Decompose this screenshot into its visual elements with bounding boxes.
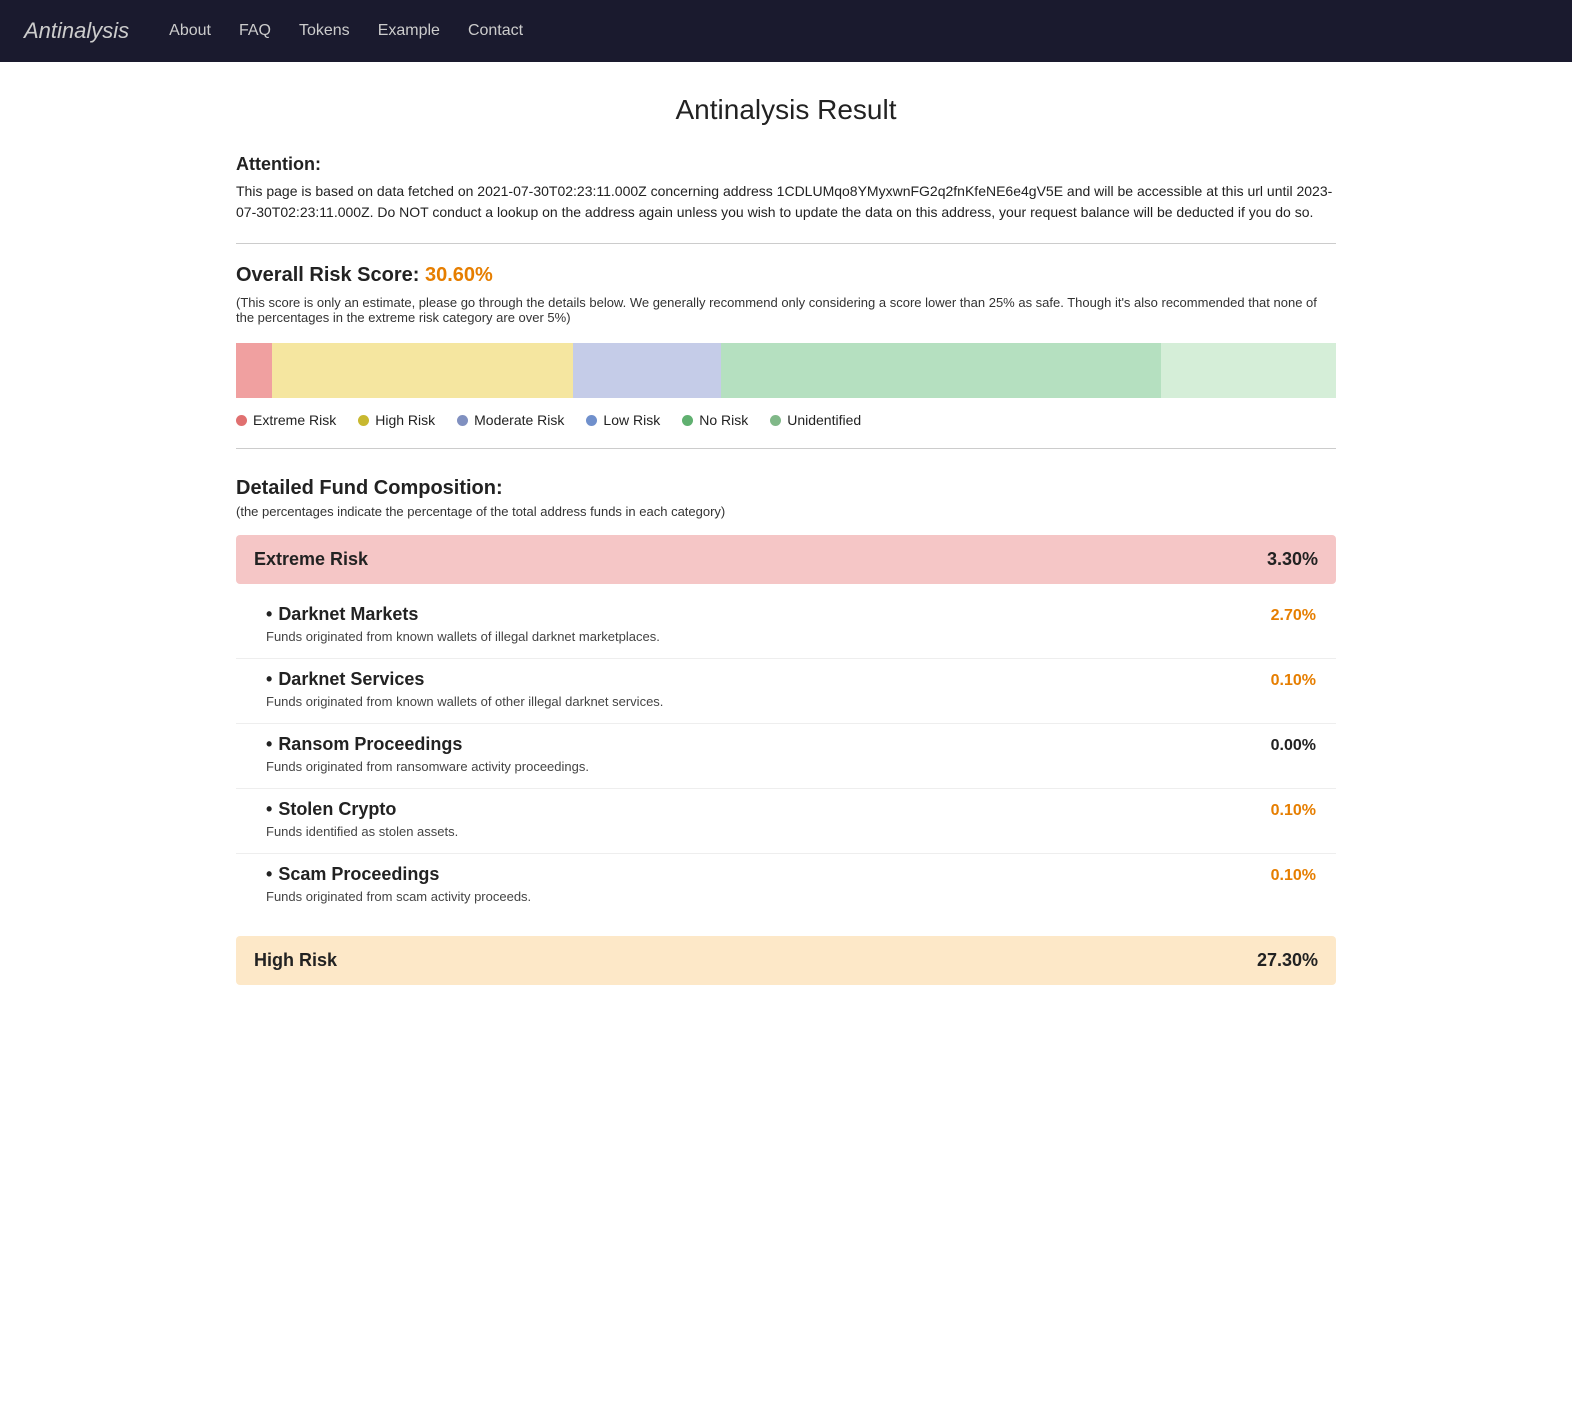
legend-label: Extreme Risk xyxy=(253,412,336,428)
detailed-section: Detailed Fund Composition: (the percenta… xyxy=(236,477,1336,985)
subcategory-desc: Funds identified as stolen assets. xyxy=(266,824,1316,839)
legend-dot xyxy=(586,415,597,426)
legend-dot xyxy=(770,415,781,426)
divider-1 xyxy=(236,243,1336,244)
subcategory-pct: 0.00% xyxy=(1271,737,1316,755)
legend-item-extreme-risk: Extreme Risk xyxy=(236,412,336,428)
risk-bar-segment-unidentified xyxy=(1161,343,1336,398)
category-pct: 27.30% xyxy=(1257,950,1318,971)
risk-bar-segment-high xyxy=(272,343,572,398)
detailed-title: Detailed Fund Composition: xyxy=(236,477,1336,500)
subcategory-item: •Darknet Services 0.10% Funds originated… xyxy=(236,659,1336,724)
legend-label: Moderate Risk xyxy=(474,412,564,428)
nav-about[interactable]: About xyxy=(169,22,211,40)
subcategory-pct: 0.10% xyxy=(1271,867,1316,885)
nav-example[interactable]: Example xyxy=(378,22,440,40)
subcategory-name: •Ransom Proceedings xyxy=(266,734,462,755)
risk-bar-segment-extreme xyxy=(236,343,272,398)
legend-item-no-risk: No Risk xyxy=(682,412,748,428)
legend-item-low-risk: Low Risk xyxy=(586,412,660,428)
risk-score-label: Overall Risk Score: xyxy=(236,264,425,286)
legend-label: High Risk xyxy=(375,412,435,428)
risk-score-note: (This score is only an estimate, please … xyxy=(236,295,1336,325)
legend-item-unidentified: Unidentified xyxy=(770,412,861,428)
nav-tokens[interactable]: Tokens xyxy=(299,22,350,40)
category-name: Extreme Risk xyxy=(254,549,368,570)
risk-bar-segment-norisk xyxy=(721,343,1161,398)
legend-dot xyxy=(358,415,369,426)
subcategory-name: •Scam Proceedings xyxy=(266,864,439,885)
subcategory-name: •Stolen Crypto xyxy=(266,799,396,820)
legend-dot xyxy=(457,415,468,426)
legend-dot xyxy=(236,415,247,426)
navbar: Antinalysis About FAQ Tokens Example Con… xyxy=(0,0,1572,62)
page-title: Antinalysis Result xyxy=(236,94,1336,126)
subcategory-item: •Ransom Proceedings 0.00% Funds originat… xyxy=(236,724,1336,789)
subcategory-desc: Funds originated from ransomware activit… xyxy=(266,759,1316,774)
divider-2 xyxy=(236,448,1336,449)
legend-label: Unidentified xyxy=(787,412,861,428)
attention-label: Attention: xyxy=(236,154,1336,175)
category-high: High Risk 27.30% xyxy=(236,936,1336,985)
risk-bar xyxy=(236,343,1336,398)
categories-container: Extreme Risk 3.30% •Darknet Markets 2.70%… xyxy=(236,535,1336,985)
subcategory-item: •Scam Proceedings 0.10% Funds originated… xyxy=(236,854,1336,918)
subcategory-desc: Funds originated from known wallets of i… xyxy=(266,629,1316,644)
subcategory-item: •Darknet Markets 2.70% Funds originated … xyxy=(236,594,1336,659)
legend-label: No Risk xyxy=(699,412,748,428)
nav-contact[interactable]: Contact xyxy=(468,22,523,40)
risk-bar-segment-low xyxy=(573,343,722,398)
legend-item-high-risk: High Risk xyxy=(358,412,435,428)
risk-score-section: Overall Risk Score: 30.60% (This score i… xyxy=(236,264,1336,325)
subcategory-name: •Darknet Markets xyxy=(266,604,418,625)
legend-dot xyxy=(682,415,693,426)
category-header-extreme: Extreme Risk 3.30% xyxy=(236,535,1336,584)
subcategory-pct: 0.10% xyxy=(1271,802,1316,820)
subcategory-pct: 0.10% xyxy=(1271,672,1316,690)
category-pct: 3.30% xyxy=(1267,549,1318,570)
detailed-subtitle: (the percentages indicate the percentage… xyxy=(236,504,1336,519)
attention-text: This page is based on data fetched on 20… xyxy=(236,181,1336,223)
risk-score-line: Overall Risk Score: 30.60% xyxy=(236,264,1336,287)
legend-item-moderate-risk: Moderate Risk xyxy=(457,412,564,428)
subcategory-desc: Funds originated from scam activity proc… xyxy=(266,889,1316,904)
main-content: Antinalysis Result Attention: This page … xyxy=(216,62,1356,1063)
logo: Antinalysis xyxy=(24,18,129,44)
legend-label: Low Risk xyxy=(603,412,660,428)
subcategory-name: •Darknet Services xyxy=(266,669,424,690)
risk-legend: Extreme Risk High Risk Moderate Risk Low Ri… xyxy=(236,412,1336,428)
attention-box: Attention: This page is based on data fe… xyxy=(236,154,1336,223)
nav-faq[interactable]: FAQ xyxy=(239,22,271,40)
category-extreme: Extreme Risk 3.30% •Darknet Markets 2.70%… xyxy=(236,535,1336,918)
subcategory-item: •Stolen Crypto 0.10% Funds identified as… xyxy=(236,789,1336,854)
category-header-high: High Risk 27.30% xyxy=(236,936,1336,985)
subcategory-pct: 2.70% xyxy=(1271,607,1316,625)
risk-score-value: 30.60% xyxy=(425,264,493,286)
category-name: High Risk xyxy=(254,950,337,971)
subcategory-desc: Funds originated from known wallets of o… xyxy=(266,694,1316,709)
